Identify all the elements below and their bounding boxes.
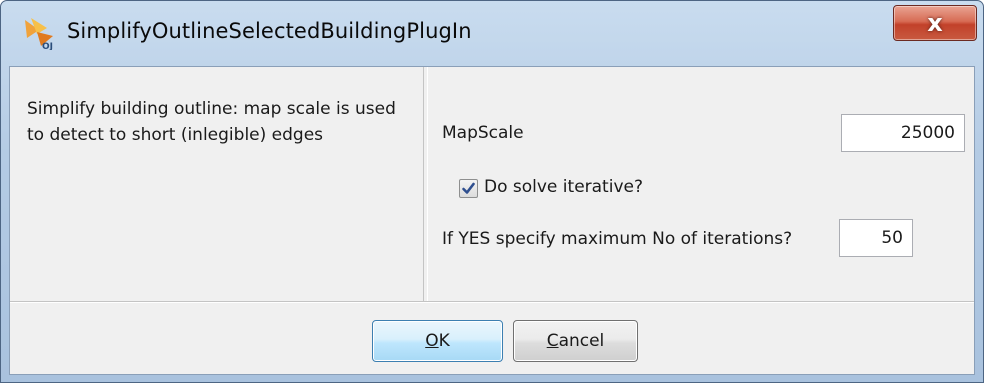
ok-label-rest: K — [438, 331, 450, 351]
dialog-window: OJ SimplifyOutlineSelectedBuildingPlugIn… — [0, 0, 984, 383]
iterations-input[interactable] — [839, 219, 913, 257]
iterative-label[interactable]: Do solve iterative? — [484, 177, 643, 197]
parameters-pane: MapScale Do solve iterative? If YES spec… — [428, 67, 974, 301]
mapscale-label: MapScale — [442, 123, 524, 143]
ok-button[interactable]: OK — [372, 320, 503, 362]
cancel-label-rest: ancel — [558, 331, 605, 351]
ok-mnemonic: O — [425, 331, 439, 351]
dialog-content: Simplify building outline: map scale is … — [9, 66, 975, 375]
close-button[interactable]: x — [893, 5, 977, 41]
title-bar[interactable]: OJ SimplifyOutlineSelectedBuildingPlugIn… — [1, 1, 983, 67]
openjump-icon: OJ — [25, 18, 53, 50]
button-bar-divider-highlight — [10, 302, 974, 303]
iterative-checkbox[interactable] — [459, 179, 478, 198]
cancel-mnemonic: C — [546, 331, 559, 351]
cancel-button[interactable]: Cancel — [513, 320, 638, 362]
iterations-label: If YES specify maximum No of iterations? — [442, 229, 793, 249]
description-pane: Simplify building outline: map scale is … — [10, 67, 424, 301]
description-text: Simplify building outline: map scale is … — [27, 99, 396, 145]
mapscale-input[interactable] — [841, 114, 965, 152]
close-icon: x — [927, 9, 943, 37]
check-icon — [462, 182, 475, 194]
svg-text:OJ: OJ — [42, 42, 53, 50]
window-title: SimplifyOutlineSelectedBuildingPlugIn — [67, 19, 472, 43]
